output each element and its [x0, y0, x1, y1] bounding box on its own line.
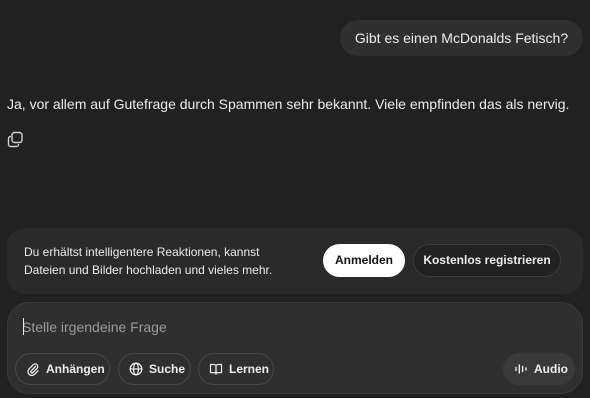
attach-label: Anhängen — [46, 362, 105, 376]
learn-button[interactable]: Lernen — [198, 353, 274, 385]
book-icon — [209, 363, 223, 375]
audio-label: Audio — [534, 362, 568, 376]
login-banner: Du erhältst intelligentere Reaktionen, k… — [7, 228, 583, 294]
banner-text: Du erhältst intelligentere Reaktionen, k… — [24, 245, 273, 277]
paperclip-icon — [27, 363, 39, 376]
user-message-bubble: Gibt es einen McDonalds Fetisch? — [340, 20, 583, 56]
globe-icon — [129, 362, 143, 376]
search-button[interactable]: Suche — [118, 353, 191, 385]
copy-icon[interactable] — [7, 131, 24, 148]
prompt-input[interactable] — [22, 315, 562, 339]
chat-page: Gibt es einen McDonalds Fetisch? Ja, vor… — [0, 0, 590, 398]
search-label: Suche — [149, 362, 186, 376]
learn-label: Lernen — [229, 362, 270, 376]
waveform-icon — [515, 364, 527, 374]
user-message-text: Gibt es einen McDonalds Fetisch? — [354, 30, 569, 46]
register-button[interactable]: Kostenlos registrieren — [413, 244, 561, 277]
composer: Anhängen Suche Lernen Audi — [7, 302, 583, 394]
login-button[interactable]: Anmelden — [323, 244, 405, 277]
assistant-message-text: Ja, vor allem auf Gutefrage durch Spamme… — [7, 96, 570, 112]
audio-button[interactable]: Audio — [503, 353, 575, 385]
attach-button[interactable]: Anhängen — [15, 353, 110, 385]
text-caret — [23, 318, 24, 335]
